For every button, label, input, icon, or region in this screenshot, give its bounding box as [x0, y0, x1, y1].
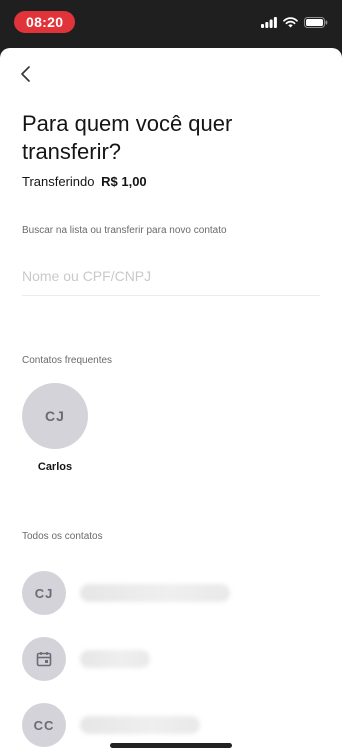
search-help-text: Buscar na lista ou transferir para novo … [22, 225, 227, 236]
transfer-sheet: Para quem você quer transferir? Transfer… [0, 48, 342, 756]
contact-row[interactable] [22, 636, 150, 682]
contact-name-redacted [80, 650, 150, 668]
avatar: CC [22, 703, 66, 747]
avatar [22, 637, 66, 681]
contact-name-redacted [80, 716, 200, 734]
status-icons [261, 16, 328, 28]
search-input[interactable] [22, 256, 320, 296]
avatar: CJ [22, 383, 88, 449]
signal-icon [261, 16, 277, 28]
subtitle-prefix: Transferindo [22, 174, 95, 189]
transfer-amount-line: Transferindo R$ 1,00 [22, 174, 147, 189]
chevron-left-icon [21, 66, 30, 82]
wifi-icon [283, 16, 298, 27]
status-bar: 08:20 [0, 0, 342, 44]
calendar-icon [36, 652, 52, 667]
contact-row[interactable]: CJ [22, 570, 230, 616]
contact-name-redacted [80, 584, 230, 602]
home-indicator [110, 743, 232, 748]
contact-row[interactable]: CC [22, 702, 200, 748]
transfer-amount: R$ 1,00 [101, 174, 147, 189]
status-time: 08:20 [14, 11, 76, 33]
contact-name: Carlos [37, 461, 73, 473]
battery-icon [304, 16, 328, 28]
avatar: CJ [22, 571, 66, 615]
all-contacts-label: Todos os contatos [22, 531, 103, 542]
page-title: Para quem você quer transferir? [22, 111, 233, 164]
frequent-contacts-label: Contatos frequentes [22, 355, 113, 366]
back-button[interactable] [14, 62, 38, 86]
frequent-contact-item[interactable]: CJ Carlos [22, 383, 88, 473]
